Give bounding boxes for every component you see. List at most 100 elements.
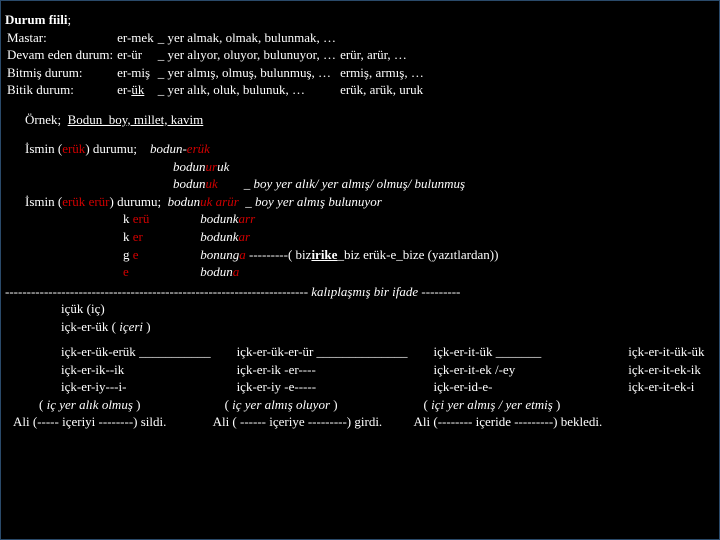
cell-form: er-ür [117,47,142,62]
title-label: Durum fiili [5,12,67,27]
cell-form-u: ük [131,82,144,97]
txt: içk-er-it-ek-i [628,378,704,396]
table-row: Devam eden durum: er-ür _ yer alıyor, ol… [5,46,426,64]
txt: içk-er-ik -er---- [237,361,408,379]
txt: içk-er-it-ük [434,344,493,359]
slide: Durum fiili; Mastar: er-mek _ yer almak,… [0,0,720,540]
cell-label: Bitik durum: [5,81,115,99]
txt: içi yer almış / yer etmiş [431,397,553,412]
txt: ) [133,397,141,412]
txt: bodun [173,176,206,191]
cell-label: Devam eden durum: [5,46,115,64]
txt: arr [239,211,256,226]
cell-form: er-miş [117,65,150,80]
txt: ( [424,397,432,412]
txt: Ali ( ------ içeriye ---------) girdi. [213,413,408,431]
txt: İsmin ( [25,194,62,209]
txt: içk-er-it-ük-ük [628,343,704,361]
table-states: Mastar: er-mek _ yer almak, olmak, bulun… [5,29,426,99]
txt: k [123,211,133,226]
txt: a [233,264,240,279]
txt: biz [292,247,311,262]
txt: içk-er-id-e- [434,378,603,396]
example-line: Örnek; Bodun_boy, millet, kavim [5,111,715,129]
txt: Ali (----- içeriyi --------) sildi. [13,413,211,431]
txt: erük [187,141,210,156]
col-1: içk-er-ük-erük ___________ içk-er-ik--ik… [61,343,211,431]
txt: içk-er-ük-er-ür [237,344,314,359]
icuk-l2: içk-er-ük ( içeri ) [5,318,715,336]
txt: İsmin ( [25,141,62,156]
txt: iç yer alık olmuş [47,397,133,412]
txt: erür [89,194,110,209]
txt: uk arür [200,194,239,209]
ladder-row: k erü bodunkarr [5,210,715,228]
txt: bonung [200,247,239,262]
txt: içeri [119,319,143,334]
ladder-row: e boduna [5,263,715,281]
cell-gloss: _ yer alık, oluk, bulunuk, … [156,81,338,99]
txt: Ali (-------- içeride ---------) bekledi… [414,413,603,431]
txt: erük [62,141,85,156]
example-rest: Bodun_boy, millet, kavim [68,112,204,127]
txt: a [239,247,246,262]
txt: ) [553,397,561,412]
cell-gloss: _ yer almış, olmuş, bulunmuş, … [156,64,338,82]
icuk-l1: içük (iç) [5,300,715,318]
txt: _______ [496,344,542,359]
txt: e [123,264,129,279]
txt: içk-er-iy -e----- [237,378,408,396]
txt: _ boy yer almış bulunuyor [245,194,381,209]
cell-form-pre: er- [117,82,131,97]
cell-extra: erür, arür, … [338,46,426,64]
txt: bodun- [150,141,187,156]
txt: uk [206,176,218,191]
txt: _ boy yer alık/ yer almış/ olmuş/ bulunm… [244,176,465,191]
txt: bodunk [200,211,238,226]
txt: k [123,229,133,244]
txt: ___________ [139,344,211,359]
txt: irike [311,247,337,262]
table-row: Bitik durum: er-ük _ yer alık, oluk, bul… [5,81,426,99]
txt: uk [217,159,229,174]
columns: içk-er-ük-erük ___________ içk-er-ik--ik… [5,343,715,431]
ismin-eruk-head: İsmin (erük) durumu; bodun-erük [5,140,715,158]
txt: içk-er-it-ek-ik [628,361,704,379]
txt: içk-er-ük-erük [61,344,136,359]
cell-label: Mastar: [5,29,115,47]
col-4: içk-er-it-ük-ük içk-er-it-ek-ik içk-er-i… [628,343,704,431]
txt: bodunk [200,229,238,244]
cell-gloss: _ yer almak, olmak, bulunmak, … [156,29,338,47]
ladder-row: k er bodunkar [5,228,715,246]
txt: ) durumu; [110,194,162,209]
txt: bodun [200,264,233,279]
ismin-eruk-f2: bodunuruk [5,158,715,176]
cell-extra: erük, arük, uruk [338,81,426,99]
txt: bodun [173,159,206,174]
cell-label: Bitmiş durum: [5,64,115,82]
cell-form: er-mek [117,30,154,45]
table-row: Mastar: er-mek _ yer almak, olmak, bulun… [5,29,426,47]
col-3: içk-er-it-ük _______ içk-er-it-ek /-ey i… [434,343,603,431]
txt: içk-er-iy---i- [61,378,211,396]
table-row: Bitmiş durum: er-miş _ yer almış, olmuş,… [5,64,426,82]
section-title: Durum fiili; [5,11,715,29]
txt: ur [206,159,218,174]
txt: ) [143,319,151,334]
txt: erü [133,211,150,226]
txt: er [133,229,143,244]
col-2: içk-er-ük-er-ür ______________ içk-er-ik… [237,343,408,431]
txt: içk-er-it-ek /-ey [434,361,603,379]
cell-extra: ermiş, armış, … [338,64,426,82]
txt: ( [39,397,47,412]
cell-gloss: _ yer alıyor, oluyor, bulunuyor, … [156,46,338,64]
txt: _biz erük-e_bize (yazıtlardan)) [337,247,498,262]
txt: g [123,247,133,262]
ladder-row: g e bonunga ---------( bizirike_biz erük… [5,246,715,264]
txt: ar [239,229,251,244]
txt: bodun [168,194,201,209]
ismin-erur-line: İsmin (erük erür) durumu; bodunuk arür _… [5,193,715,211]
txt: iç yer almış oluyor [232,397,330,412]
separator-line: ----------------------------------------… [5,283,715,301]
cell-extra [338,29,426,47]
